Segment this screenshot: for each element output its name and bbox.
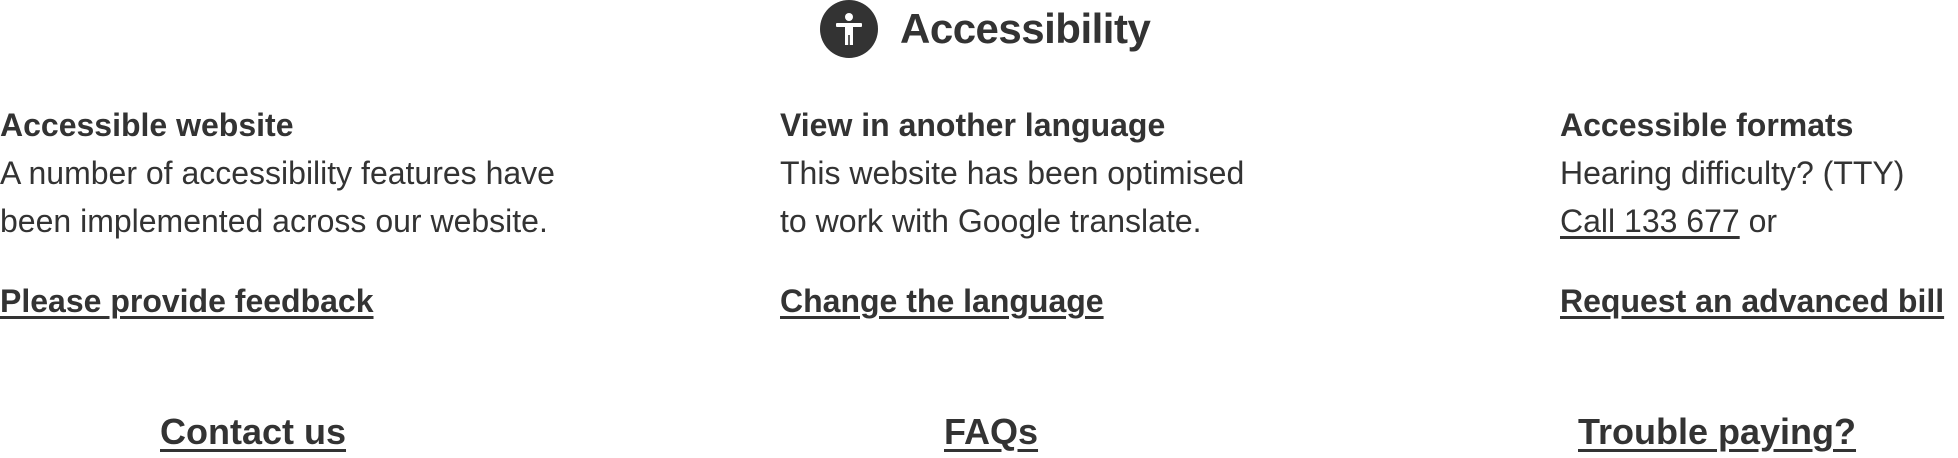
accessible-website-description: A number of accessibility features have …	[0, 149, 620, 245]
language-heading: View in another language	[780, 107, 1166, 143]
trouble-paying-link[interactable]: Trouble paying?	[1578, 408, 1856, 456]
request-advanced-bill-link[interactable]: Request an advanced bill	[1560, 277, 1944, 325]
call-suffix: or	[1739, 203, 1778, 239]
language-description: This website has been optimised to work …	[780, 149, 1400, 245]
call-phone-link[interactable]: Call 133 677	[1560, 203, 1740, 239]
accessible-formats-heading: Accessible formats	[1560, 107, 1854, 143]
section-title: Accessibility	[900, 5, 1151, 52]
accessible-website-heading: Accessible website	[0, 107, 294, 143]
accessibility-section: Accessibility Accessible website A numbe…	[0, 0, 1958, 458]
provide-feedback-link[interactable]: Please provide feedback	[0, 277, 374, 325]
description-line: This website has been optimised	[780, 155, 1245, 191]
description-line: been implemented across our website.	[0, 203, 548, 239]
contact-us-link[interactable]: Contact us	[160, 408, 346, 456]
language-column: View in another language This website ha…	[780, 101, 1400, 325]
accessible-website-column: Accessible website A number of accessibi…	[0, 101, 620, 325]
call-line: Call 133 677 or	[1560, 197, 1958, 245]
description-line: Hearing difficulty? (TTY)	[1560, 155, 1905, 191]
faqs-link[interactable]: FAQs	[944, 408, 1038, 456]
description-line: A number of accessibility features have	[0, 155, 555, 191]
accessibility-person-icon	[820, 0, 878, 58]
section-header: Accessibility	[820, 0, 1151, 58]
description-line: to work with Google translate.	[780, 203, 1202, 239]
change-language-link[interactable]: Change the language	[780, 277, 1104, 325]
accessible-formats-description: Hearing difficulty? (TTY) Call 133 677 o…	[1560, 149, 1958, 245]
accessible-formats-column: Accessible formats Hearing difficulty? (…	[1560, 101, 1958, 325]
